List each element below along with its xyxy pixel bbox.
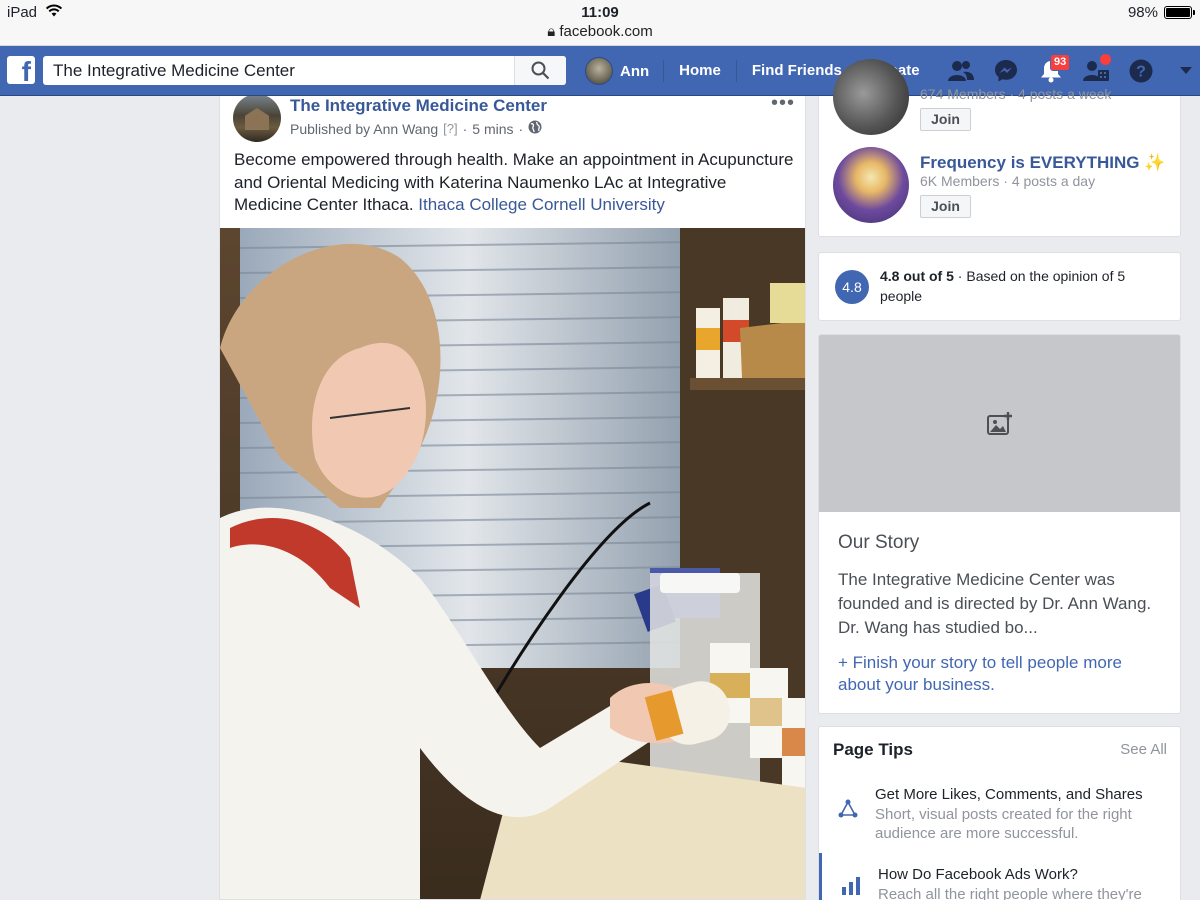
- page-tips-card: Page Tips See All Get More Likes, Commen…: [818, 726, 1181, 900]
- help-marker[interactable]: [?]: [443, 121, 457, 136]
- post-options-button[interactable]: •••: [771, 96, 795, 113]
- clock: 11:09: [581, 4, 619, 21]
- battery-level: [1166, 8, 1190, 17]
- ios-status-bar: iPad 11:09 🔒︎ facebook.com 98%: [0, 0, 1200, 46]
- bar-chart-icon: [840, 875, 862, 897]
- url-text: facebook.com: [559, 23, 653, 40]
- search-bar: [43, 56, 566, 85]
- alert-dot: [1100, 54, 1111, 65]
- group-meta: 674 Members · 4 posts a week: [920, 86, 1112, 102]
- page-tips-heading: Page Tips: [833, 740, 913, 759]
- help-icon[interactable]: ?: [1118, 46, 1163, 96]
- finish-story-link[interactable]: + Finish your story to tell people more …: [838, 652, 1168, 695]
- globe-icon: [528, 120, 542, 137]
- profile-name: Ann: [620, 62, 650, 80]
- rating-score-badge: 4.8: [835, 270, 869, 304]
- story-heading: Our Story: [838, 532, 920, 553]
- post-time[interactable]: 5 mins: [472, 121, 513, 137]
- rating-card: 4.8 4.8 out of 5 · Based on the opinion …: [818, 252, 1181, 321]
- rating-summary: 4.8 out of 5: [880, 268, 954, 284]
- nav-home[interactable]: Home: [663, 60, 736, 82]
- battery-icon: [1164, 6, 1195, 19]
- page-avatar[interactable]: [233, 96, 281, 142]
- tag-ithaca-college[interactable]: Ithaca College: [418, 195, 527, 214]
- feed-post: The Integrative Medicine Center Publishe…: [219, 96, 806, 900]
- group-meta: 6K Members · 4 posts a day: [920, 173, 1096, 189]
- post-text: Become empowered through health. Make an…: [234, 149, 794, 217]
- share-triangle-icon: [837, 798, 859, 820]
- join-group-button[interactable]: Join: [920, 108, 971, 131]
- battery-percent: 98%: [1127, 4, 1158, 21]
- tip-item[interactable]: Get More Likes, Comments, and Shares Sho…: [819, 786, 1180, 856]
- rating-text: 4.8 out of 5 · Based on the opinion of 5…: [880, 268, 1126, 304]
- see-all-link[interactable]: See All: [1120, 741, 1167, 758]
- tip-item[interactable]: How Do Facebook Ads Work? Reach all the …: [819, 853, 1180, 900]
- acupuncturist-photo-illustration: [220, 228, 805, 899]
- search-button[interactable]: [514, 56, 566, 85]
- tip-description: Reach all the right people where they're: [878, 886, 1142, 900]
- group-image[interactable]: [833, 147, 909, 223]
- status-right: 98%: [1127, 4, 1195, 21]
- story-body: The Integrative Medicine Center was foun…: [838, 570, 1152, 637]
- profile-link[interactable]: Ann: [585, 57, 663, 85]
- post-page-name[interactable]: The Integrative Medicine Center: [290, 96, 547, 116]
- notification-badge: 93: [1050, 54, 1071, 71]
- lock-icon: 🔒︎: [547, 23, 556, 40]
- suggested-groups: 674 Members · 4 posts a week Join Freque…: [818, 59, 1181, 237]
- published-by[interactable]: Published by Ann Wang: [290, 121, 438, 137]
- tip-title: How Do Facebook Ads Work?: [878, 866, 1078, 883]
- join-group-button[interactable]: Join: [920, 195, 971, 218]
- search-icon: [531, 61, 550, 80]
- avatar: [585, 57, 613, 85]
- tag-cornell-university[interactable]: Cornell University: [532, 195, 665, 214]
- tip-description: Short, visual posts created for the righ…: [875, 806, 1132, 842]
- group-name[interactable]: Frequency is EVERYTHING ✨: [920, 153, 1165, 173]
- add-cover-photo[interactable]: [819, 335, 1180, 512]
- search-input[interactable]: [43, 56, 514, 85]
- post-photo[interactable]: [220, 228, 805, 899]
- post-meta: Published by Ann Wang [?] · 5 mins ·: [290, 120, 542, 137]
- svg-text:?: ?: [1136, 64, 1146, 81]
- group-image[interactable]: [833, 59, 909, 135]
- account-menu-chevron-down-icon[interactable]: [1163, 46, 1200, 96]
- add-photo-icon: [986, 411, 1012, 435]
- tip-title: Get More Likes, Comments, and Shares: [875, 786, 1143, 803]
- facebook-logo-icon[interactable]: f: [7, 56, 35, 84]
- address-bar[interactable]: 🔒︎ facebook.com: [0, 23, 1200, 40]
- our-story-card: Our Story The Integrative Medicine Cente…: [818, 334, 1181, 714]
